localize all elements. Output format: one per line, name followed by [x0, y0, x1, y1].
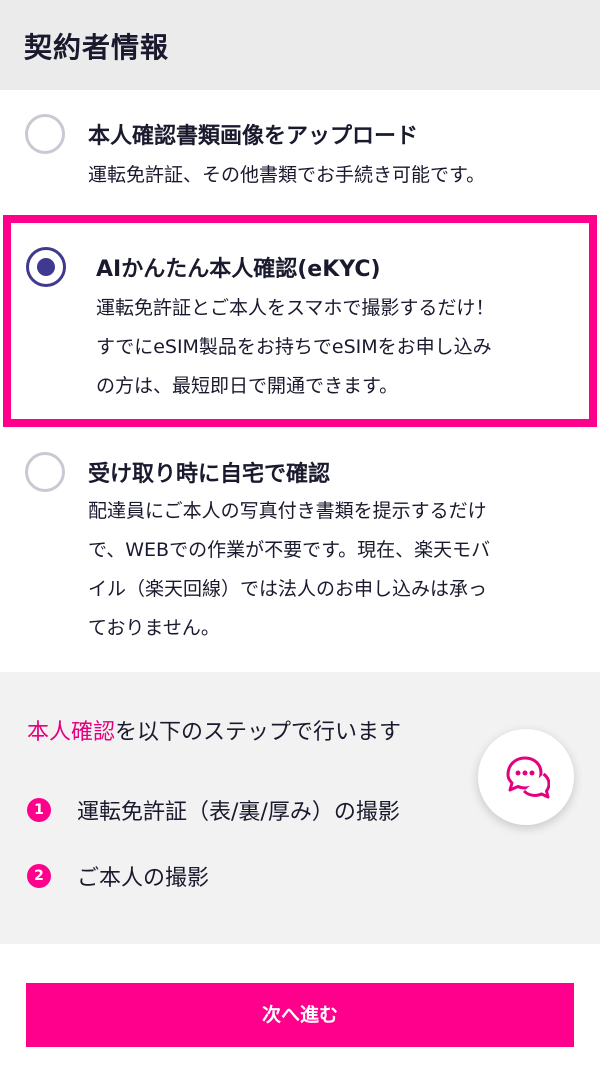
steps-heading: 本人確認を以下のステップで行います	[27, 714, 401, 746]
steps-heading-text: を以下のステップで行います	[115, 720, 402, 745]
next-button[interactable]: 次へ進む	[26, 983, 574, 1047]
section-divider	[0, 944, 600, 954]
steps-heading-highlight: 本人確認	[27, 720, 116, 745]
option-upload-documents[interactable]: 本人確認書類画像をアップロード 運転免許証、その他書類でお手続き可能です。	[0, 90, 600, 215]
option-ekyc[interactable]: AIかんたん本人確認(eKYC) 運転免許証とご本人をスマホで撮影するだけ！ す…	[3, 215, 597, 427]
option-description: 運転免許証とご本人をスマホで撮影するだけ！ すでにeSIM製品をお持ちでeSIM…	[96, 297, 495, 397]
step-text: 運転免許証（表/裏/厚み）の撮影	[77, 800, 400, 825]
radio-confirm-on-delivery[interactable]	[25, 452, 65, 492]
section-header: 契約者情報	[0, 0, 600, 90]
chat-button[interactable]	[478, 729, 574, 825]
option-confirm-on-delivery[interactable]: 受け取り時に自宅で確認 配達員にご本人の写真付き書類を提示するだけ で、WEBで…	[0, 440, 600, 670]
option-title: AIかんたん本人確認(eKYC)	[96, 257, 381, 282]
option-title: 受け取り時に自宅で確認	[88, 462, 331, 487]
radio-upload-documents[interactable]	[25, 114, 65, 154]
option-description: 配達員にご本人の写真付き書類を提示するだけ で、WEBでの作業が不要です。現在、…	[88, 500, 491, 639]
step-number-badge: 2	[27, 864, 51, 888]
option-description: 運転免許証、その他書類でお手続き可能です。	[88, 164, 486, 186]
page-title: 契約者情報	[24, 31, 170, 64]
step-text: ご本人の撮影	[77, 866, 210, 891]
radio-ekyc[interactable]	[26, 247, 66, 287]
chat-bubbles-icon	[506, 756, 550, 799]
step-number-badge: 1	[27, 798, 51, 822]
option-title: 本人確認書類画像をアップロード	[88, 124, 419, 149]
